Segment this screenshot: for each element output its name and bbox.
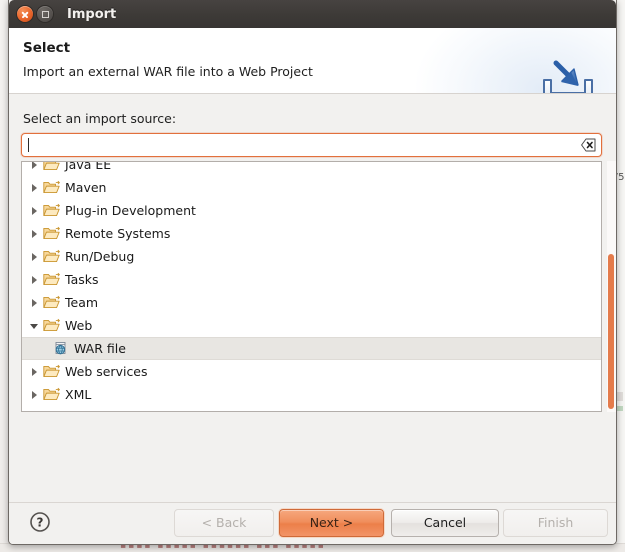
import-source-tree[interactable]: Java EE Maven Plug-in Development Remote Sy… bbox=[21, 161, 602, 412]
chevron-right-icon[interactable] bbox=[29, 274, 41, 286]
tree-item-remote-systems[interactable]: Remote Systems bbox=[22, 222, 601, 245]
chevron-right-icon[interactable] bbox=[29, 251, 41, 263]
folder-icon bbox=[43, 249, 60, 264]
scrollbar-thumb[interactable] bbox=[608, 254, 614, 409]
tree-item-web[interactable]: Web bbox=[22, 314, 601, 337]
maximize-icon[interactable] bbox=[37, 6, 53, 22]
back-button[interactable]: < Back bbox=[174, 509, 274, 537]
chevron-right-icon[interactable] bbox=[29, 205, 41, 217]
cancel-button[interactable]: Cancel bbox=[391, 509, 499, 537]
tree-item-plug-in-development[interactable]: Plug-in Development bbox=[22, 199, 601, 222]
tree-item-label: Team bbox=[65, 295, 98, 310]
tree-item-label: Web bbox=[65, 318, 92, 333]
tree-vertical-scrollbar[interactable] bbox=[607, 161, 616, 412]
folder-icon bbox=[43, 161, 60, 172]
folder-icon bbox=[43, 387, 60, 402]
tree-item-label: Run/Debug bbox=[65, 249, 134, 264]
finish-button[interactable]: Finish bbox=[503, 509, 608, 537]
import-dialog: Import Select Import an external WAR fil… bbox=[8, 0, 617, 545]
page-title: Select bbox=[23, 40, 70, 56]
folder-icon bbox=[43, 387, 60, 402]
filter-field[interactable] bbox=[21, 133, 602, 157]
tree-item-java-ee[interactable]: Java EE bbox=[22, 161, 601, 176]
text-caret bbox=[28, 138, 29, 152]
folder-icon bbox=[43, 364, 60, 379]
chevron-down-icon[interactable] bbox=[29, 320, 41, 332]
wizard-header: Select Import an external WAR file into … bbox=[9, 28, 616, 94]
folder-icon bbox=[43, 272, 60, 287]
tree-item-label: Java EE bbox=[65, 161, 111, 172]
tree-item-label: Maven bbox=[65, 180, 106, 195]
desktop-screen: 75 ▪▪▪▪ ▪▪▪▪▪ ▪▪▪▪▪▪ ▪▪▪ ▪▪▪▪▪ Import Se… bbox=[0, 0, 625, 552]
tree-item-label: Tasks bbox=[65, 272, 99, 287]
war-file-icon bbox=[52, 341, 69, 356]
page-description: Import an external WAR file into a Web P… bbox=[23, 64, 313, 79]
tree-item-label: WAR file bbox=[74, 341, 126, 356]
chevron-right-icon[interactable] bbox=[29, 297, 41, 309]
dialog-footer: ? < Back Next > Cancel Finish bbox=[9, 502, 616, 544]
chevron-right-icon[interactable] bbox=[29, 228, 41, 240]
folder-icon bbox=[43, 295, 60, 310]
tree-item-xml[interactable]: XML bbox=[22, 383, 601, 406]
folder-icon bbox=[43, 226, 60, 241]
wizard-body: Select an import source: Java EE Maven Plu… bbox=[9, 94, 616, 502]
help-icon[interactable]: ? bbox=[29, 511, 51, 533]
tree-item-tasks[interactable]: Tasks bbox=[22, 268, 601, 291]
folder-icon bbox=[43, 295, 60, 310]
chevron-right-icon[interactable] bbox=[29, 366, 41, 378]
chevron-right-icon[interactable] bbox=[29, 161, 41, 171]
tree-item-label: Web services bbox=[65, 364, 148, 379]
dialog-titlebar[interactable]: Import bbox=[9, 0, 616, 28]
folder-icon bbox=[43, 180, 60, 195]
folder-icon bbox=[43, 161, 60, 172]
tree-item-label: XML bbox=[65, 387, 91, 402]
tree-item-web-services[interactable]: Web services bbox=[22, 360, 601, 383]
svg-text:?: ? bbox=[37, 516, 44, 530]
tree-item-run-debug[interactable]: Run/Debug bbox=[22, 245, 601, 268]
folder-icon bbox=[43, 203, 60, 218]
folder-icon bbox=[43, 364, 60, 379]
tree-item-label: Remote Systems bbox=[65, 226, 170, 241]
tree-item-team[interactable]: Team bbox=[22, 291, 601, 314]
search-input[interactable] bbox=[28, 134, 573, 156]
folder-icon bbox=[43, 249, 60, 264]
war-file-icon bbox=[52, 341, 69, 356]
import-source-label: Select an import source: bbox=[23, 111, 176, 126]
folder-icon bbox=[43, 180, 60, 195]
chevron-right-icon[interactable] bbox=[29, 389, 41, 401]
next-button[interactable]: Next > bbox=[279, 509, 384, 537]
folder-icon bbox=[43, 226, 60, 241]
clear-text-icon[interactable] bbox=[581, 138, 596, 152]
folder-icon bbox=[43, 272, 60, 287]
folder-icon bbox=[43, 318, 60, 333]
tree-scroll-content: Java EE Maven Plug-in Development Remote Sy… bbox=[22, 161, 601, 406]
tree-item-label: Plug-in Development bbox=[65, 203, 196, 218]
dialog-title: Import bbox=[67, 7, 116, 22]
folder-icon bbox=[43, 318, 60, 333]
import-wizard-icon bbox=[538, 58, 598, 94]
chevron-right-icon[interactable] bbox=[29, 182, 41, 194]
folder-icon bbox=[43, 203, 60, 218]
tree-item-maven[interactable]: Maven bbox=[22, 176, 601, 199]
tree-item-war-file[interactable]: WAR file bbox=[22, 337, 601, 360]
close-icon[interactable] bbox=[17, 6, 33, 22]
